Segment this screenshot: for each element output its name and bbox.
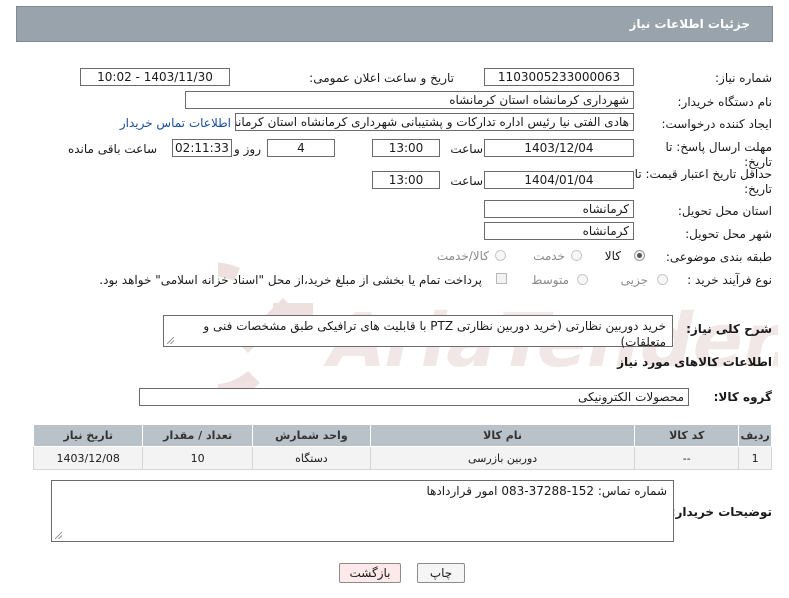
buyer-contact-link[interactable]: اطلاعات تماس خریدار (120, 116, 231, 130)
process-radio-minor[interactable] (657, 274, 668, 285)
process-option-minor: جزیی (620, 273, 648, 287)
treasury-checkbox[interactable] (496, 273, 507, 284)
table-row[interactable]: 1 -- دوربین بازرسی دستگاه 10 1403/12/08 (32, 446, 772, 470)
goods-table: ردیف کد کالا نام کالا واحد شمارش تعداد /… (32, 424, 772, 470)
header-panel: جزئیات اطلاعات نیاز (16, 6, 773, 42)
category-option-service: خدمت (533, 249, 565, 263)
delivery-city-field[interactable]: کرمانشاه (484, 222, 634, 240)
cell-row: 1 (738, 446, 772, 470)
category-radio-service[interactable] (571, 250, 582, 261)
category-label: طبقه بندی موضوعی: (665, 250, 772, 264)
category-option-goods-service: کالا/خدمت (436, 249, 489, 263)
requester-label: ایجاد کننده درخواست: (661, 117, 772, 131)
print-button[interactable]: چاپ (417, 563, 465, 583)
category-radio-goods[interactable] (634, 250, 645, 261)
buyer-notes-label: توضیحات خریدار: (670, 505, 772, 519)
delivery-province-label: استان محل تحویل: (677, 204, 772, 218)
price-validity-label-line2: تاریخ: (744, 182, 772, 196)
delivery-city-label: شهر محل تحویل: (685, 227, 772, 241)
reply-days-label: روز و (234, 142, 261, 156)
col-header-row: ردیف (738, 424, 772, 447)
goods-group-field[interactable]: محصولات الکترونیکی (139, 388, 689, 406)
buyer-notes-field[interactable]: شماره تماس: 152-37288-083 امور قراردادها (51, 480, 674, 542)
general-description-field[interactable]: خرید دوربین نظارتی (خرید دوربین نظارتی P… (163, 315, 673, 349)
price-validity-time-label: ساعت (450, 174, 483, 188)
delivery-province-field[interactable]: کرمانشاه (484, 200, 634, 218)
general-description-label: شرح کلی نیاز: (686, 322, 772, 336)
general-description-text: خرید دوربین نظارتی (خرید دوربین نظارتی P… (203, 319, 666, 349)
col-header-name: نام کالا (369, 424, 636, 447)
goods-section-title: اطلاعات کالاهای مورد نیاز (617, 355, 772, 369)
reply-deadline-date-field[interactable]: 1403/12/04 (484, 139, 634, 157)
category-option-goods: کالا (604, 249, 621, 263)
price-validity-label-line1: حداقل تاریخ اعتبار قیمت: تا (634, 167, 772, 181)
resize-grip-icon[interactable] (167, 337, 174, 344)
need-number-label: شماره نیاز: (715, 71, 772, 85)
reply-deadline-time-label: ساعت (450, 142, 483, 156)
remaining-time-field[interactable]: 02:11:33 (172, 139, 232, 157)
reply-deadline-label-line1: مهلت ارسال پاسخ: تا (665, 140, 772, 154)
remaining-time-label: ساعت باقی مانده (67, 142, 157, 156)
reply-deadline-time-field[interactable]: 13:00 (372, 139, 440, 157)
need-number-field[interactable]: 1103005233000063 (484, 68, 634, 86)
cell-name: دوربین بازرسی (369, 446, 636, 470)
announce-datetime-label: تاریخ و ساعت اعلان عمومی: (309, 71, 454, 85)
announce-datetime-field[interactable]: 1403/11/30 - 10:02 (80, 68, 230, 86)
cell-unit: دستگاه (251, 446, 371, 470)
buyer-org-label: نام دستگاه خریدار: (677, 95, 773, 109)
process-radio-medium[interactable] (577, 274, 588, 285)
back-button[interactable]: بازگشت (339, 563, 401, 583)
resize-grip-icon[interactable] (55, 532, 62, 539)
price-validity-date-field[interactable]: 1404/01/04 (484, 171, 634, 189)
treasury-note: پرداخت تمام یا بخشی از مبلغ خرید،از محل … (99, 273, 482, 287)
buyer-org-field[interactable]: شهرداری کرمانشاه استان کرمانشاه (185, 91, 634, 109)
process-option-medium: متوسط (531, 273, 569, 287)
purchase-process-label: نوع فرآیند خرید : (687, 273, 772, 287)
col-header-unit: واحد شمارش (251, 424, 371, 447)
col-header-quantity: تعداد / مقدار (142, 424, 253, 447)
col-header-need-date: تاریخ نیاز (32, 424, 144, 447)
goods-group-label: گروه کالا: (713, 390, 772, 404)
reply-days-field[interactable]: 4 (267, 139, 335, 157)
buyer-notes-text: شماره تماس: 152-37288-083 امور قراردادها (426, 484, 667, 498)
price-validity-time-field[interactable]: 13:00 (372, 171, 440, 189)
cell-quantity: 10 (142, 446, 253, 470)
col-header-code: کد کالا (634, 424, 740, 447)
goods-table-header: ردیف کد کالا نام کالا واحد شمارش تعداد /… (32, 424, 772, 447)
page-title: جزئیات اطلاعات نیاز (629, 17, 750, 31)
requester-field[interactable]: هادی الفتی نیا رئیس اداره تدارکات و پشتی… (235, 113, 634, 131)
category-radio-goods-service[interactable] (495, 250, 506, 261)
cell-need-date: 1403/12/08 (32, 446, 144, 470)
cell-code: -- (634, 446, 740, 470)
